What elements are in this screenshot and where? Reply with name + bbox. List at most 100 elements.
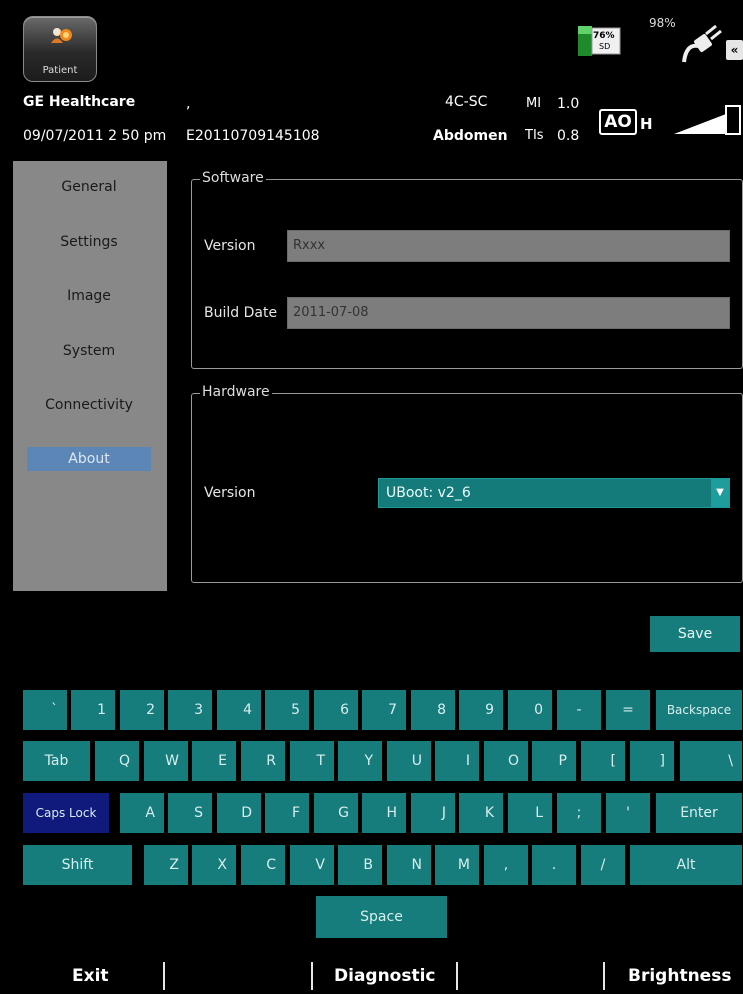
tis-label: TIs (525, 128, 544, 143)
key-right-bracket[interactable]: ] (630, 741, 674, 781)
settings-sidebar: General Settings Image System Connectivi… (13, 161, 167, 591)
key-7[interactable]: 7 (362, 690, 406, 730)
hardware-legend: Hardware (200, 384, 272, 400)
build-date-label: Build Date (204, 305, 278, 321)
key-b[interactable]: B (338, 845, 382, 885)
key-0[interactable]: 0 (508, 690, 552, 730)
key-3[interactable]: 3 (168, 690, 212, 730)
signal-strength-icon (674, 105, 741, 135)
key-9[interactable]: 9 (459, 690, 503, 730)
software-panel (191, 179, 743, 369)
key-1[interactable]: 1 (71, 690, 115, 730)
software-version-field: Rxxx (287, 230, 730, 262)
sidebar-item-system[interactable]: System (27, 339, 151, 363)
key-enter[interactable]: Enter (656, 793, 742, 833)
key-backtick[interactable]: ` (23, 690, 67, 730)
key-j[interactable]: J (411, 793, 455, 833)
key-5[interactable]: 5 (265, 690, 309, 730)
key-shift[interactable]: Shift (23, 845, 132, 885)
key-apostrophe[interactable]: ' (606, 793, 650, 833)
key-r[interactable]: R (241, 741, 285, 781)
key-u[interactable]: U (387, 741, 431, 781)
key-minus[interactable]: - (557, 690, 601, 730)
battery-percent: 98% (649, 16, 676, 30)
key-h[interactable]: H (362, 793, 406, 833)
exam-id: E20110709145108 (186, 128, 320, 144)
patient-button[interactable]: Patient (23, 16, 97, 82)
patient-icon (51, 28, 72, 43)
footer-divider (163, 962, 165, 990)
key-8[interactable]: 8 (411, 690, 455, 730)
key-n[interactable]: N (387, 845, 431, 885)
chevron-down-icon[interactable]: ▼ (711, 479, 729, 507)
brightness-button[interactable]: Brightness (628, 966, 731, 986)
power-plug-icon (682, 24, 722, 63)
hardware-version-value: UBoot: v2_6 (386, 485, 471, 501)
key-semicolon[interactable]: ; (557, 793, 601, 833)
key-6[interactable]: 6 (314, 690, 358, 730)
sd-percent: 76% (593, 31, 615, 41)
brand-name: GE Healthcare (23, 94, 136, 110)
key-e[interactable]: E (192, 741, 236, 781)
key-comma[interactable]: , (484, 845, 528, 885)
key-i[interactable]: I (435, 741, 479, 781)
h-label: H (640, 115, 653, 133)
key-z[interactable]: Z (144, 845, 188, 885)
key-w[interactable]: W (144, 741, 188, 781)
key-d[interactable]: D (217, 793, 261, 833)
key-y[interactable]: Y (338, 741, 382, 781)
key-backslash[interactable]: \ (680, 741, 742, 781)
sd-card-icon (578, 26, 621, 56)
diagnostic-button[interactable]: Diagnostic (334, 966, 436, 986)
key-equals[interactable]: = (606, 690, 650, 730)
key-space[interactable]: Space (316, 896, 447, 938)
key-alt[interactable]: Alt (630, 845, 742, 885)
key-f[interactable]: F (265, 793, 309, 833)
key-4[interactable]: 4 (217, 690, 261, 730)
footer-divider (603, 962, 605, 990)
key-k[interactable]: K (459, 793, 503, 833)
build-date-field: 2011-07-08 (287, 297, 730, 329)
exit-button[interactable]: Exit (72, 966, 109, 986)
key-period[interactable]: . (532, 845, 576, 885)
key-l[interactable]: L (508, 793, 552, 833)
key-g[interactable]: G (314, 793, 358, 833)
footer-divider (311, 962, 313, 990)
tis-value: 0.8 (557, 128, 580, 144)
key-x[interactable]: X (192, 845, 236, 885)
collapse-button[interactable]: « (726, 40, 743, 60)
software-legend: Software (200, 170, 266, 186)
key-t[interactable]: T (290, 741, 334, 781)
separator-dot: , (186, 96, 191, 112)
key-backspace[interactable]: Backspace (656, 690, 742, 730)
save-button[interactable]: Save (650, 616, 740, 652)
key-a[interactable]: A (120, 793, 164, 833)
sd-label: SD (599, 42, 611, 51)
ao-badge: AO (599, 109, 637, 135)
probe-name: 4C-SC (445, 94, 488, 110)
sidebar-item-general[interactable]: General (27, 175, 151, 199)
exam-datetime: 09/07/2011 2 50 pm (23, 128, 167, 144)
patient-label: Patient (42, 65, 78, 76)
mi-label: MI (526, 96, 542, 111)
sidebar-item-connectivity[interactable]: Connectivity (27, 393, 151, 417)
key-o[interactable]: O (484, 741, 528, 781)
key-v[interactable]: V (290, 845, 334, 885)
hardware-version-select[interactable]: UBoot: v2_6 ▼ (378, 478, 730, 508)
key-s[interactable]: S (168, 793, 212, 833)
key-2[interactable]: 2 (120, 690, 164, 730)
sidebar-item-settings[interactable]: Settings (27, 230, 151, 254)
key-tab[interactable]: Tab (23, 741, 90, 781)
key-m[interactable]: M (435, 845, 479, 885)
sidebar-item-about[interactable]: About (27, 447, 151, 471)
hardware-version-label: Version (204, 485, 256, 501)
key-c[interactable]: C (241, 845, 285, 885)
key-p[interactable]: P (532, 741, 576, 781)
preset-name: Abdomen (433, 128, 508, 144)
key-caps-lock[interactable]: Caps Lock (23, 793, 109, 833)
key-q[interactable]: Q (95, 741, 139, 781)
software-version-label: Version (204, 238, 256, 254)
sidebar-item-image[interactable]: Image (27, 284, 151, 308)
key-slash[interactable]: / (581, 845, 625, 885)
key-left-bracket[interactable]: [ (581, 741, 625, 781)
